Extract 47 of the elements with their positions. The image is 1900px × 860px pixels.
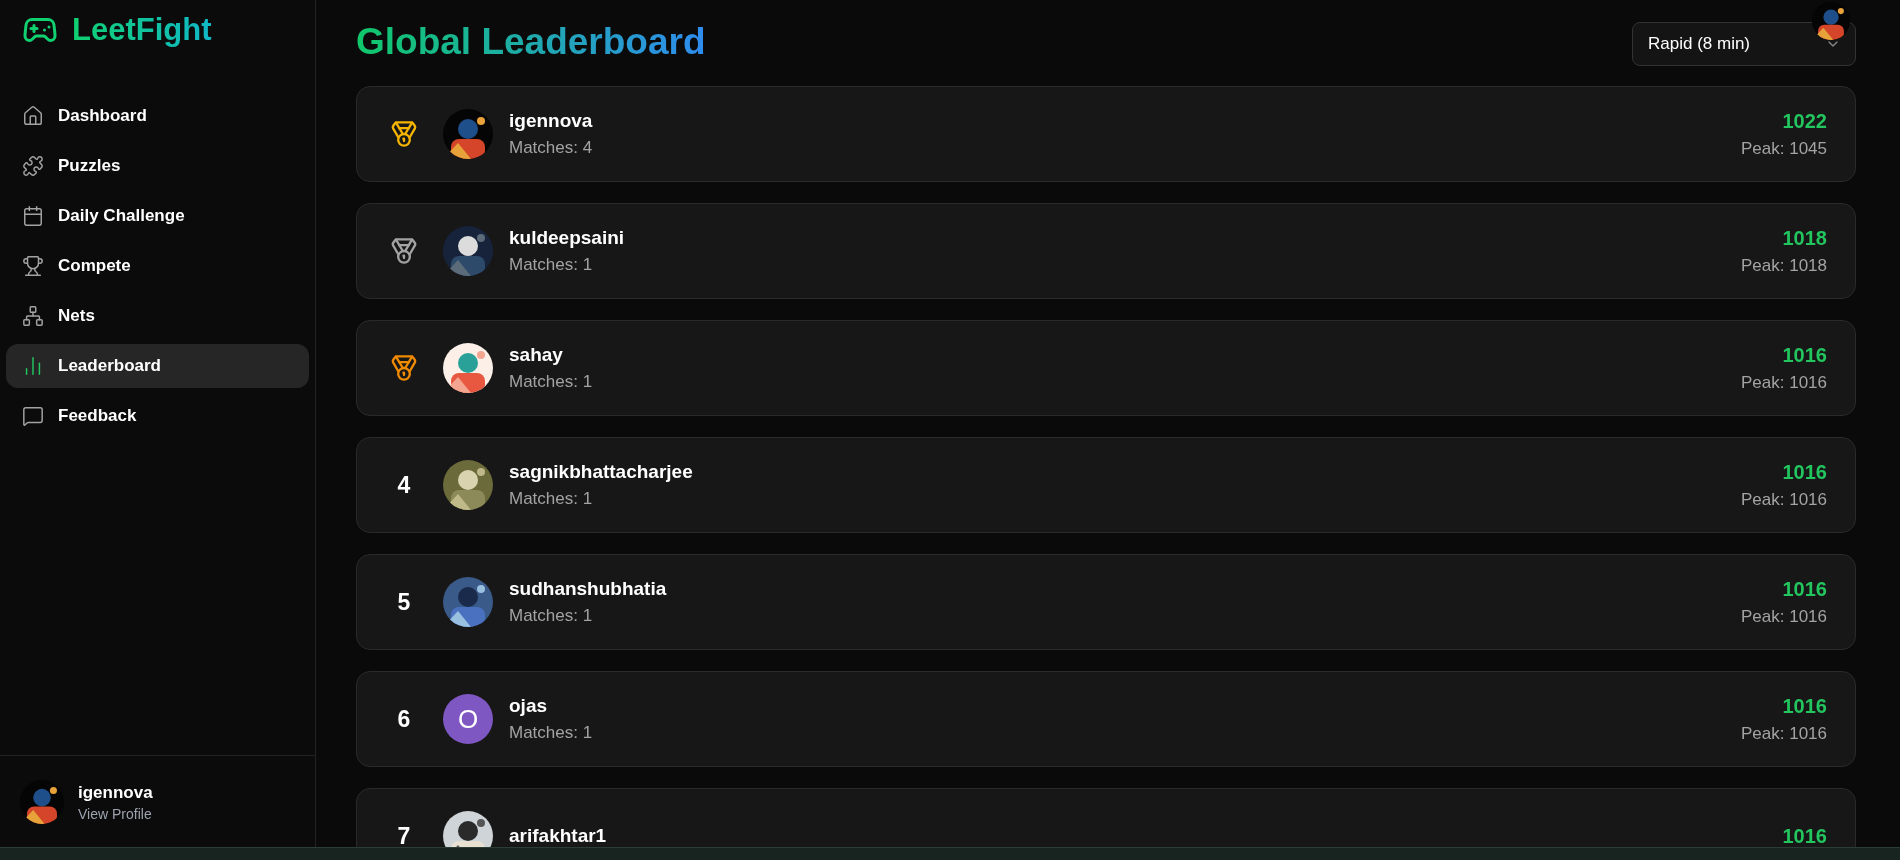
nav-item[interactable]: Feedback	[6, 394, 309, 438]
peak-rating: Peak: 1018	[1741, 255, 1827, 276]
avatar: O	[443, 694, 493, 744]
match-count: Matches: 1	[509, 606, 594, 626]
network-icon	[22, 305, 44, 327]
mode-select[interactable]: Rapid (8 min)	[1632, 22, 1856, 66]
profile-name: igennova	[78, 782, 153, 803]
rating: 1018	[1782, 226, 1827, 250]
player-name: igennova	[509, 110, 594, 132]
player-name: kuldeepsaini	[509, 227, 626, 249]
calendar-icon	[22, 205, 44, 227]
peak-rating: Peak: 1016	[1741, 723, 1827, 744]
player-name: sahay	[509, 344, 564, 366]
rating: 1016	[1782, 694, 1827, 718]
peak-rating: Peak: 1016	[1741, 489, 1827, 510]
rank-number: 6	[397, 705, 411, 733]
trophy-icon	[22, 255, 44, 277]
nav-item[interactable]: Daily Challenge	[6, 194, 309, 238]
match-count: Matches: 1	[509, 489, 594, 509]
rating: 1016	[1782, 824, 1827, 848]
nav-item[interactable]: Puzzles	[6, 144, 309, 188]
nav-item[interactable]: Compete	[6, 244, 309, 288]
home-icon	[22, 105, 44, 127]
player-name: sagnikbhattacharjee	[509, 461, 694, 483]
rating: 1016	[1782, 343, 1827, 367]
nav-item[interactable]: Dashboard	[6, 94, 309, 138]
peak-rating: Peak: 1045	[1741, 138, 1827, 159]
player-name: arifakhtar1	[509, 825, 608, 847]
rating: 1022	[1782, 109, 1827, 133]
nav-item[interactable]: Nets	[6, 294, 309, 338]
rank-number: 7	[397, 822, 411, 850]
puzzle-icon	[22, 155, 44, 177]
view-profile-link[interactable]: View Profile	[78, 805, 153, 822]
peak-rating: Peak: 1016	[1741, 372, 1827, 393]
match-count: Matches: 1	[509, 723, 594, 743]
match-count: Matches: 1	[509, 255, 594, 275]
rank-number: 5	[397, 588, 411, 616]
peak-rating: Peak: 1016	[1741, 606, 1827, 627]
player-name: sudhanshubhatia	[509, 578, 668, 600]
match-count: Matches: 4	[509, 138, 594, 158]
match-count: Matches: 1	[509, 372, 594, 392]
player-name: ojas	[509, 695, 549, 717]
rating: 1016	[1782, 577, 1827, 601]
nav-item[interactable]: Leaderboard	[6, 344, 309, 388]
rank-number: 4	[397, 471, 411, 499]
chat-bubble-icon	[22, 405, 44, 427]
rating: 1016	[1782, 460, 1827, 484]
